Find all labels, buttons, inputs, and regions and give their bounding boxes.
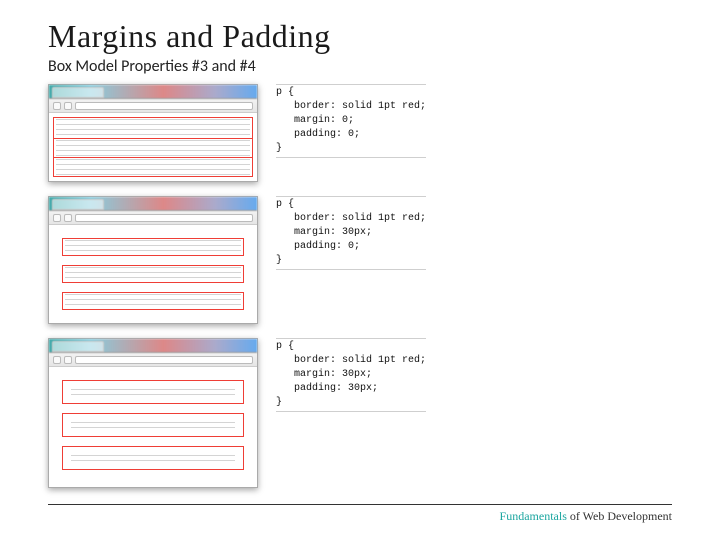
- url-bar: [75, 214, 253, 222]
- back-button-icon: [53, 356, 61, 364]
- forward-button-icon: [64, 102, 72, 110]
- browser-screenshot: [48, 196, 258, 324]
- paragraph-box: [53, 117, 253, 139]
- page-body: [49, 225, 257, 323]
- code-close: }: [276, 143, 282, 154]
- code-selector: p {: [276, 199, 294, 210]
- css-code-block: p { border: solid 1pt red; margin: 30px;…: [276, 196, 426, 270]
- forward-button-icon: [64, 214, 72, 222]
- code-close: }: [276, 397, 282, 408]
- slide: Margins and Padding Box Model Properties…: [0, 0, 720, 540]
- code-selector: p {: [276, 341, 294, 352]
- code-line: padding: 30px;: [276, 382, 378, 396]
- browser-tab-bar: [49, 85, 257, 99]
- example-row: p { border: solid 1pt red; margin: 30px;…: [48, 196, 672, 324]
- browser-toolbar: [49, 211, 257, 225]
- footer-text: of Web Development: [567, 509, 672, 523]
- browser-toolbar: [49, 353, 257, 367]
- example-row: p { border: solid 1pt red; margin: 0; pa…: [48, 84, 672, 182]
- footer-brand: Fundamentals: [500, 509, 567, 523]
- slide-title: Margins and Padding: [48, 18, 672, 55]
- css-code-block: p { border: solid 1pt red; margin: 0; pa…: [276, 84, 426, 158]
- browser-toolbar: [49, 99, 257, 113]
- forward-button-icon: [64, 356, 72, 364]
- slide-subtitle: Box Model Properties #3 and #4: [48, 57, 672, 76]
- code-line: border: solid 1pt red;: [276, 100, 426, 114]
- paragraph-box: [53, 158, 253, 177]
- example-row: p { border: solid 1pt red; margin: 30px;…: [48, 338, 672, 488]
- examples-container: p { border: solid 1pt red; margin: 0; pa…: [48, 84, 672, 488]
- url-bar: [75, 102, 253, 110]
- paragraph-box: [62, 446, 244, 470]
- code-line: padding: 0;: [276, 240, 360, 254]
- page-body: [49, 367, 257, 483]
- back-button-icon: [53, 102, 61, 110]
- code-line: margin: 30px;: [276, 368, 372, 382]
- browser-screenshot: [48, 338, 258, 488]
- slide-footer: Fundamentals of Web Development: [48, 504, 672, 524]
- code-line: border: solid 1pt red;: [276, 354, 426, 368]
- page-body: [49, 113, 257, 181]
- browser-tab-bar: [49, 339, 257, 353]
- browser-screenshot: [48, 84, 258, 182]
- code-line: padding: 0;: [276, 128, 360, 142]
- back-button-icon: [53, 214, 61, 222]
- css-code-block: p { border: solid 1pt red; margin: 30px;…: [276, 338, 426, 412]
- paragraph-box: [62, 380, 244, 404]
- code-line: border: solid 1pt red;: [276, 212, 426, 226]
- code-selector: p {: [276, 87, 294, 98]
- code-line: margin: 0;: [276, 114, 354, 128]
- url-bar: [75, 356, 253, 364]
- code-close: }: [276, 255, 282, 266]
- paragraph-box: [62, 413, 244, 437]
- paragraph-box: [62, 292, 244, 310]
- browser-tab-bar: [49, 197, 257, 211]
- paragraph-box: [53, 139, 253, 158]
- paragraph-box: [62, 238, 244, 256]
- paragraph-box: [62, 265, 244, 283]
- code-line: margin: 30px;: [276, 226, 372, 240]
